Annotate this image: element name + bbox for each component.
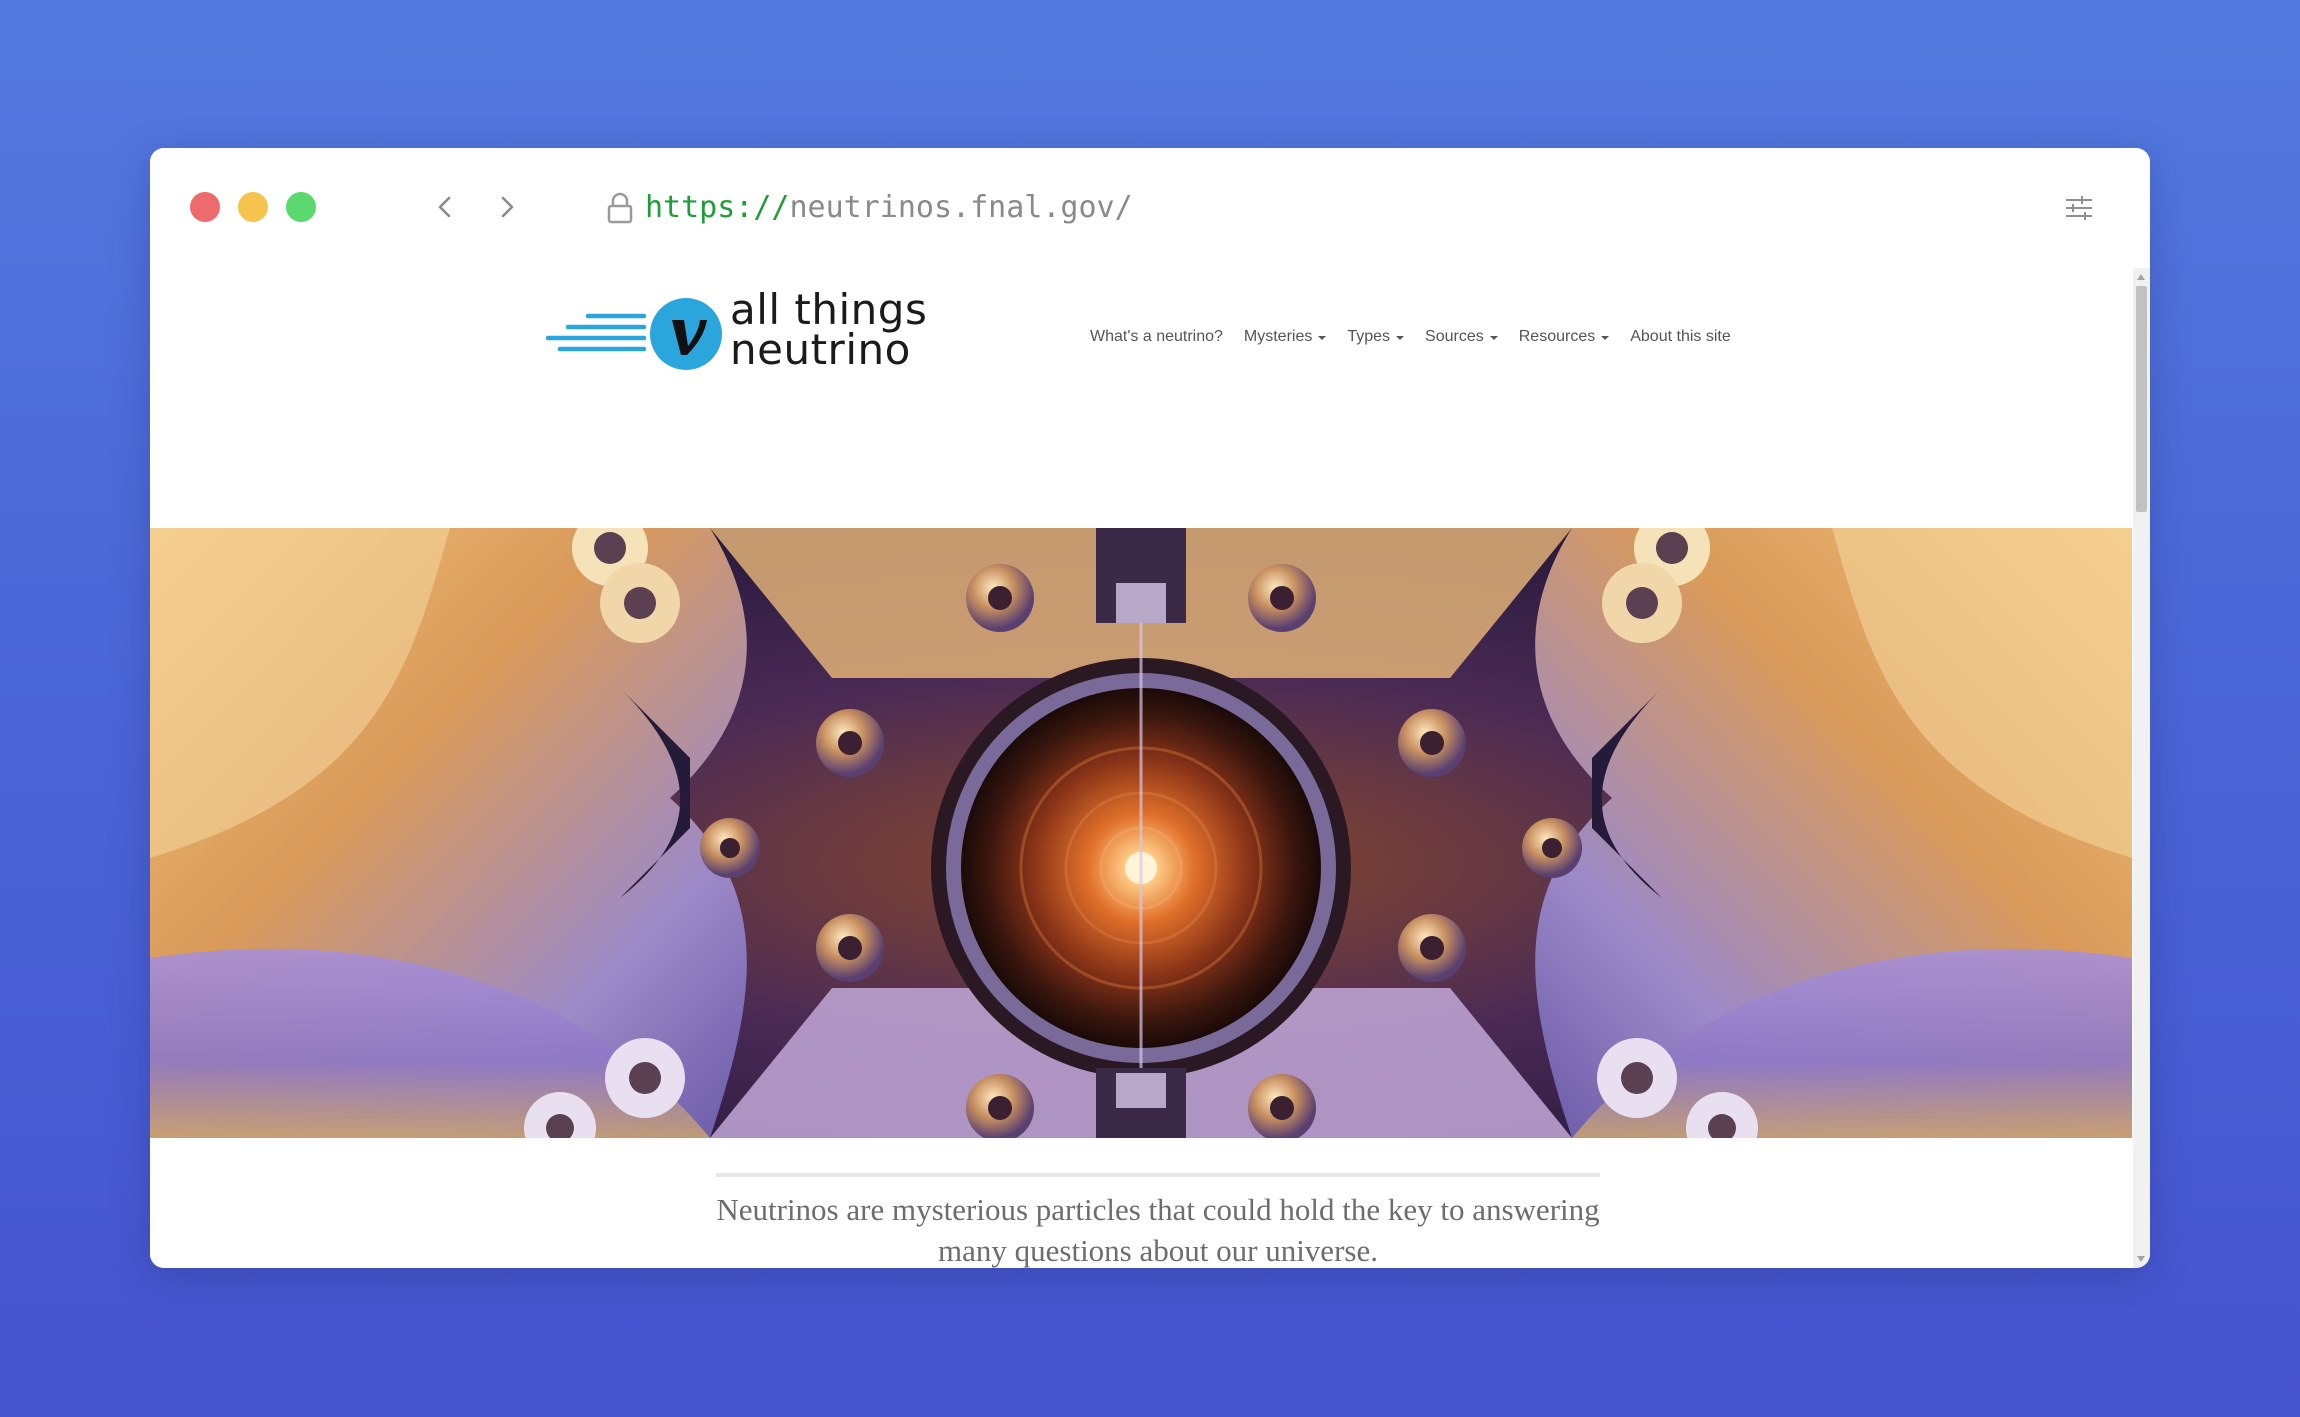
nav-types[interactable]: Types xyxy=(1347,328,1405,346)
nav-sources[interactable]: Sources xyxy=(1425,328,1498,346)
nav-about-this-site[interactable]: About this site xyxy=(1630,328,1731,346)
window-close-button[interactable] xyxy=(190,192,220,222)
nav-label: Sources xyxy=(1425,328,1484,345)
logo-line-2: neutrino xyxy=(730,325,911,374)
nav-label: What's a neutrino? xyxy=(1090,328,1223,345)
window-minimize-button[interactable] xyxy=(238,192,268,222)
scroll-down-arrow-icon[interactable] xyxy=(2137,1256,2145,1262)
window-maximize-button[interactable] xyxy=(286,192,316,222)
logo-line-1: all things xyxy=(730,285,928,334)
caret-down-icon xyxy=(1489,336,1498,340)
logo-wordmark: all things neutrino xyxy=(730,285,928,374)
lock-icon xyxy=(607,192,633,224)
hero-image xyxy=(150,528,2132,1138)
nav-label: About this site xyxy=(1630,328,1731,345)
intro-statement: Neutrinos are mysterious particles that … xyxy=(716,1173,1600,1268)
intro-text: Neutrinos are mysterious particles that … xyxy=(716,1192,1600,1268)
chevron-left-icon[interactable] xyxy=(428,190,462,224)
address-bar[interactable]: https://neutrinos.fnal.gov/ xyxy=(645,188,1133,228)
nav-label: Mysteries xyxy=(1243,328,1313,345)
site-header: all things neutrino What's a neutrino? M… xyxy=(150,268,2132,408)
caret-down-icon xyxy=(1396,336,1405,340)
nav-label: Types xyxy=(1347,328,1391,345)
nav-label: Resources xyxy=(1518,328,1596,345)
chevron-right-icon[interactable] xyxy=(490,190,524,224)
sliders-icon[interactable] xyxy=(2062,191,2096,225)
accelerator-magnet-photo xyxy=(150,528,2132,1138)
caret-down-icon xyxy=(1318,336,1327,340)
scroll-thumb[interactable] xyxy=(2136,286,2147,512)
url-host: neutrinos.fnal.gov/ xyxy=(789,190,1133,225)
nav-resources[interactable]: Resources xyxy=(1518,328,1610,346)
speed-lines-icon xyxy=(546,313,646,352)
url-scheme: https:// xyxy=(645,190,790,225)
vertical-scrollbar[interactable] xyxy=(2133,268,2150,1268)
neutrino-symbol-icon xyxy=(650,298,722,370)
nav-mysteries[interactable]: Mysteries xyxy=(1243,328,1327,346)
browser-window: https://neutrinos.fnal.gov/ all things n… xyxy=(150,148,2150,1268)
scroll-up-arrow-icon[interactable] xyxy=(2137,274,2145,280)
site-logo[interactable]: all things neutrino xyxy=(546,285,946,376)
caret-down-icon xyxy=(1601,336,1610,340)
main-navigation: What's a neutrino? Mysteries Types Sourc… xyxy=(1090,322,1731,352)
nav-whats-a-neutrino[interactable]: What's a neutrino? xyxy=(1090,328,1223,346)
page-viewport: all things neutrino What's a neutrino? M… xyxy=(150,268,2132,1268)
browser-toolbar: https://neutrinos.fnal.gov/ xyxy=(150,148,2150,268)
